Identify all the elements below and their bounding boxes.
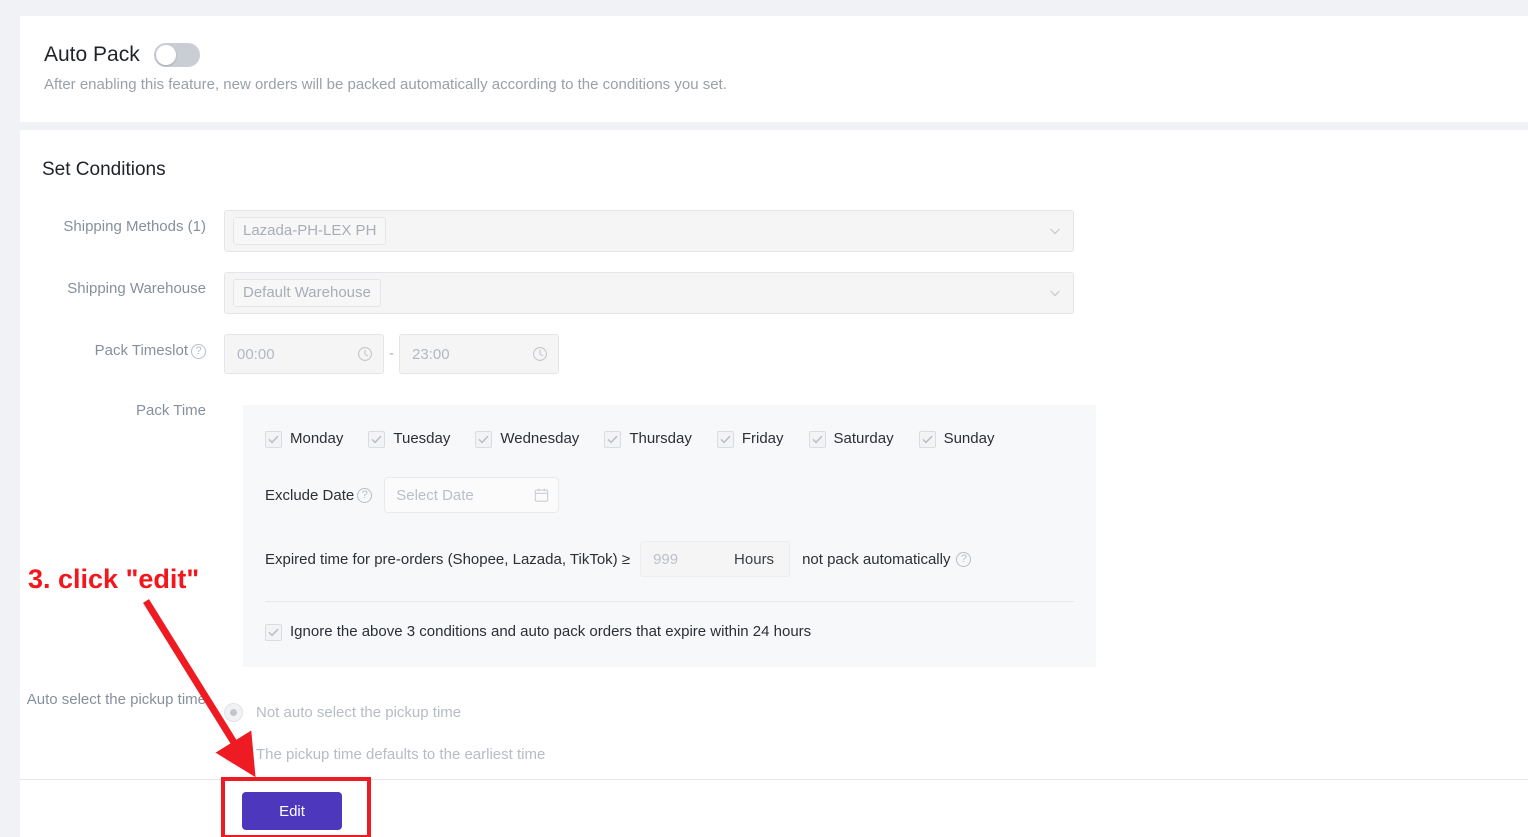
checkbox-icon[interactable] [808,430,826,448]
weekday-thursday[interactable]: Thursday [604,429,692,449]
pack-timeslot-end-value: 23:00 [412,345,450,363]
auto-pack-description: After enabling this feature, new orders … [44,76,727,93]
checkbox-icon[interactable] [265,623,282,641]
checkbox-icon[interactable] [604,430,622,448]
expired-hours-input[interactable]: 999 Hours [640,541,791,577]
pack-timeslot-start-input[interactable]: 00:00 [224,334,384,374]
weekday-label: Monday [290,430,344,447]
exclude-date-input[interactable]: Select Date [384,477,560,513]
toggle-knob-icon [155,45,176,65]
page-root: Auto Pack After enabling this feature, n… [0,0,1528,837]
weekday-label: Sunday [943,430,995,447]
checkbox-icon[interactable] [265,430,282,448]
shipping-warehouse-label: Shipping Warehouse [67,280,206,297]
pickup-option-label: The pickup time defaults to the earliest… [256,745,546,763]
ignore-conditions-row[interactable]: Ignore the above 3 conditions and auto p… [265,622,1074,642]
expired-time-row: Expired time for pre-orders (Shopee, Laz… [265,541,1074,577]
pack-time-label: Pack Time [135,402,206,419]
annotation-highlight-box [221,777,371,837]
weekday-friday[interactable]: Friday [716,429,784,449]
shipping-methods-label: Shipping Methods (1) [63,218,206,235]
checkbox-icon[interactable] [918,430,936,448]
shipping-method-tag: Lazada-PH-LEX PH [233,217,387,245]
shipping-warehouse-select[interactable]: Default Warehouse [224,272,1074,314]
auto-pack-header: Auto Pack [20,16,1528,68]
auto-pack-toggle[interactable] [153,43,200,67]
weekday-label: Saturday [833,430,894,447]
auto-select-pickup-label: Auto select the pickup time [26,691,206,708]
clock-icon [532,346,548,362]
clock-icon [357,346,373,362]
shipping-methods-select[interactable]: Lazada-PH-LEX PH [224,210,1074,252]
ignore-conditions-label: Ignore the above 3 conditions and auto p… [290,623,812,640]
pack-timeslot-label-text: Pack Timeslot [94,342,188,359]
radio-icon[interactable] [224,702,243,722]
pack-timeslot-start-value: 00:00 [237,345,275,363]
pack-timeslot-end-input[interactable]: 23:00 [399,334,559,374]
weekday-tuesday[interactable]: Tuesday [368,429,450,449]
weekday-monday[interactable]: Monday [265,429,343,449]
exclude-date-row: Exclude Date ? Select Date [265,477,1074,513]
panel-divider [265,601,1074,602]
checkbox-icon[interactable] [716,430,734,448]
weekday-wednesday[interactable]: Wednesday [475,429,579,449]
expired-time-tail: not pack automatically [802,550,951,568]
weekday-label: Friday [741,430,784,447]
expired-hours-value: 999 [653,550,679,568]
weekday-saturday[interactable]: Saturday [808,429,894,449]
help-icon[interactable]: ? [956,551,972,567]
shipping-warehouse-tag: Default Warehouse [233,279,381,307]
chevron-down-icon [1049,287,1061,299]
exclude-date-placeholder: Select Date [396,486,474,504]
page-title: Auto Pack [44,43,140,66]
expired-hours-unit: Hours [719,542,790,576]
annotation-step-text: 3. click "edit" [28,564,200,594]
shipping-warehouse-row: Shipping Warehouse Default Warehouse [20,272,1074,314]
shipping-methods-row: Shipping Methods (1) Lazada-PH-LEX PH [20,210,1074,252]
timeslot-separator: - [389,345,394,362]
pack-time-panel: Monday Tuesday Wednesday Thursday Friday… [243,405,1096,667]
weekday-label: Tuesday [393,430,451,447]
calendar-icon [534,488,549,503]
weekday-sunday[interactable]: Sunday [918,429,995,449]
pickup-option-not-auto[interactable]: Not auto select the pickup time [224,691,545,733]
pack-time-row: Pack Time [20,394,224,428]
pickup-option-earliest[interactable]: The pickup time defaults to the earliest… [224,733,545,775]
pack-timeslot-row: Pack Timeslot? 00:00 - 23:00 [20,334,559,374]
chevron-down-icon [1049,225,1061,237]
radio-icon[interactable] [224,744,243,764]
auto-pack-card: Auto Pack After enabling this feature, n… [20,16,1528,122]
pack-timeslot-fields: 00:00 - 23:00 [224,334,559,374]
set-conditions-title: Set Conditions [42,159,166,180]
help-icon[interactable]: ? [357,487,373,503]
checkbox-icon[interactable] [368,430,386,448]
help-icon[interactable]: ? [191,344,206,359]
pack-timeslot-label: Pack Timeslot? [20,334,224,368]
weekday-label: Thursday [629,430,692,447]
checkbox-icon[interactable] [475,430,493,448]
exclude-date-label: Exclude Date [265,486,355,504]
weekday-checkbox-group: Monday Tuesday Wednesday Thursday Friday… [265,423,1074,449]
pickup-option-label: Not auto select the pickup time [256,703,462,721]
expired-time-label: Expired time for pre-orders (Shopee, Laz… [265,550,631,568]
weekday-label: Wednesday [500,430,580,447]
